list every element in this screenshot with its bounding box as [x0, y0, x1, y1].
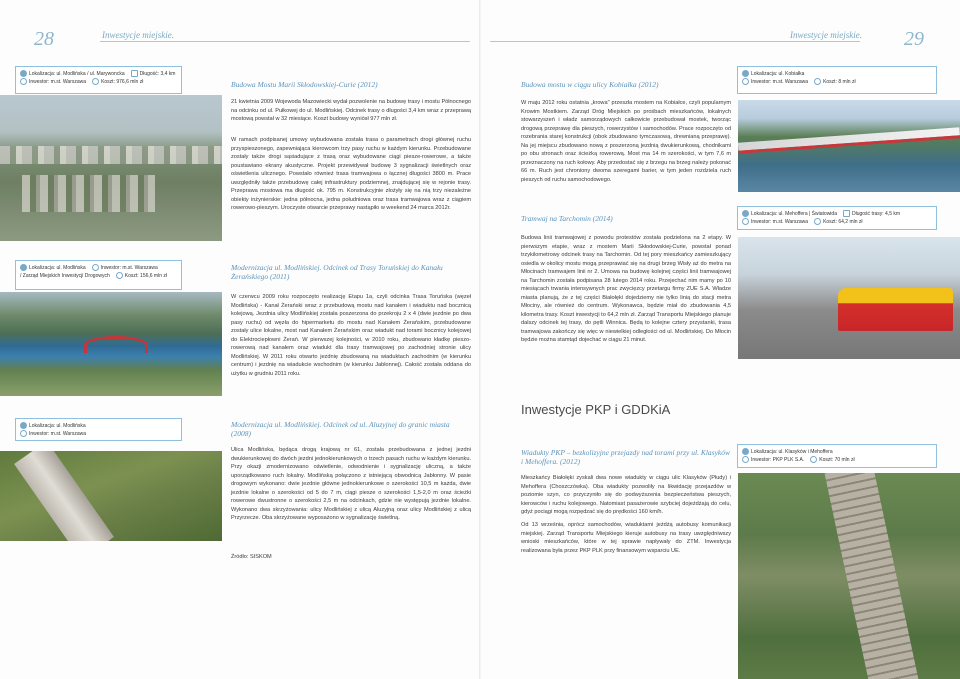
info-investor: Inwestor: m.st. Warszawa	[29, 79, 87, 85]
info-cost: Koszt: 8 mln zł	[823, 79, 856, 85]
info-location: Lokalizacja: ul. Modlińska / ul. Marywon…	[29, 71, 125, 77]
location-pin-icon	[742, 448, 749, 456]
paragraph-wiadukty-1: Mieszkańcy Białołęki zyskali dwa nowe wi…	[521, 475, 731, 515]
investor-icon	[742, 218, 749, 226]
info-location: Lokalizacja: ul. Kobiałka	[751, 71, 805, 77]
coin-icon	[115, 272, 123, 280]
info-length: Długość trasy: 4,5 km	[851, 211, 901, 217]
coin-icon	[814, 78, 822, 86]
header-rule-right	[490, 41, 860, 42]
heading-most-kobialka: Budowa mostu w ciągu ulicy Kobiałka (201…	[521, 80, 659, 89]
paragraph-most-msc-2: W ramach podpisanej umowy wybudowana zos…	[231, 137, 471, 211]
info-box-wiadukty: Lokalizacja: ul. Klasyków i Mehoffera In…	[737, 444, 937, 468]
location-pin-icon	[20, 70, 27, 78]
location-pin-icon	[742, 210, 749, 218]
info-investor: Inwestor: m.st. Warszawa	[751, 219, 809, 225]
investor-icon	[20, 430, 27, 438]
coin-icon	[810, 456, 818, 464]
info-location: Lokalizacja: ul. Klasyków i Mehoffera	[751, 449, 833, 455]
ruler-icon	[842, 210, 850, 218]
source-note: Źródło: SISKOM	[231, 554, 272, 560]
info-box-modlinska-1: Lokalizacja: ul. Modlińska Inwestor: m.st…	[15, 260, 182, 290]
photo-viaduct	[738, 473, 960, 679]
heading-tramwaj-tarchomin: Tramwaj na Tarchomin (2014)	[521, 214, 613, 223]
location-pin-icon	[742, 70, 749, 78]
info-box-kobialka: Lokalizacja: ul. Kobiałka Inwestor: m.st…	[737, 66, 937, 94]
info-cost: Koszt: 64,2 mln zł	[823, 219, 863, 225]
info-cost: Koszt: 70 mln zł	[819, 457, 855, 463]
info-investor: Inwestor: m.st. Warszawa	[29, 431, 87, 437]
heading-inwestycje-pkp: Inwestycje PKP i GDDKiA	[521, 402, 671, 417]
paragraph-most-msc-1: 21 kwietnia 2009 Wojewoda Mazowiecki wyd…	[231, 99, 471, 122]
heading-modlinska-aluzyjna: Modernizacja ul. Modlińskiej. Odcinek od…	[231, 420, 450, 438]
investor-icon	[91, 264, 99, 272]
investor-icon	[742, 456, 749, 464]
info-investor: Inwestor: m.st. Warszawa	[751, 79, 809, 85]
photo-aerial-road	[0, 451, 222, 541]
page-gutter	[479, 0, 481, 679]
info-box-mostu-msc: Lokalizacja: ul. Modlińska / ul. Marywon…	[15, 66, 182, 94]
info-location: Lokalizacja: ul. Modlińska	[29, 265, 86, 271]
investor-icon	[20, 78, 27, 86]
location-pin-icon	[20, 264, 27, 272]
ruler-icon	[130, 70, 138, 78]
heading-modlinska-torunska: Modernizacja ul. Modlińskiej. Odcinek od…	[231, 263, 443, 281]
info-location: Lokalizacja: ul. Mehoffera | Światowida	[751, 211, 837, 217]
paragraph-tramwaj: Budowa linii tramwajowej z powodu protes…	[521, 235, 731, 343]
info-investor: Inwestor: PKP PLK S.A.	[751, 457, 805, 463]
paragraph-kobialka: W maju 2012 roku ostatnia „krowa" przesz…	[521, 100, 731, 183]
paragraph-wiadukty-2: Od 13 września, oprócz samochodów, wiadu…	[521, 522, 731, 554]
photo-tram	[738, 237, 960, 359]
investor-icon	[742, 78, 749, 86]
photo-aerial-city	[0, 95, 222, 241]
header-rule-left	[100, 41, 470, 42]
magazine-spread: 28 Inwestycje miejskie. Lokalizacja: ul.…	[0, 0, 960, 679]
coin-icon	[92, 78, 100, 86]
info-cost: Koszt: 976,6 mln zł	[101, 79, 144, 85]
heading-most-msc: Budowa Mostu Marii Skłodowskiej-Curie (2…	[231, 80, 378, 89]
info-investor: Inwestor: m.st. Warszawa	[100, 265, 158, 271]
info-location: Lokalizacja: ul. Modlińska	[29, 423, 86, 429]
heading-wiadukty-pkp: Wiadukty PKP – bezkolizyjne przejazdy na…	[521, 448, 731, 466]
info-manager: / Zarząd Miejskich Inwestycji Drogowych	[20, 273, 110, 279]
coin-icon	[814, 218, 822, 226]
page-number-right: 29	[904, 28, 924, 50]
info-box-tramwaj: Lokalizacja: ul. Mehoffera | Światowida D…	[737, 206, 937, 230]
info-box-modlinska-2: Lokalizacja: ul. Modlińska Inwestor: m.s…	[15, 418, 182, 441]
photo-kobialka-bridge	[738, 100, 960, 192]
section-title-left: Inwestycje miejskie.	[102, 30, 174, 40]
photo-canal-bridge	[0, 292, 222, 396]
info-cost: Koszt: 156,6 mln zł	[124, 273, 167, 279]
paragraph-modlinska-aluzyjna: Ulica Modlińska, będąca drogą krajową nr…	[231, 447, 471, 521]
location-pin-icon	[20, 422, 27, 430]
info-length: Długość: 3,4 km	[139, 71, 176, 77]
page-number-left: 28	[34, 28, 54, 50]
section-title-right: Inwestycje miejskie.	[790, 30, 862, 40]
paragraph-modlinska-torunska: W czerwcu 2009 roku rozpoczęto realizacj…	[231, 294, 471, 377]
